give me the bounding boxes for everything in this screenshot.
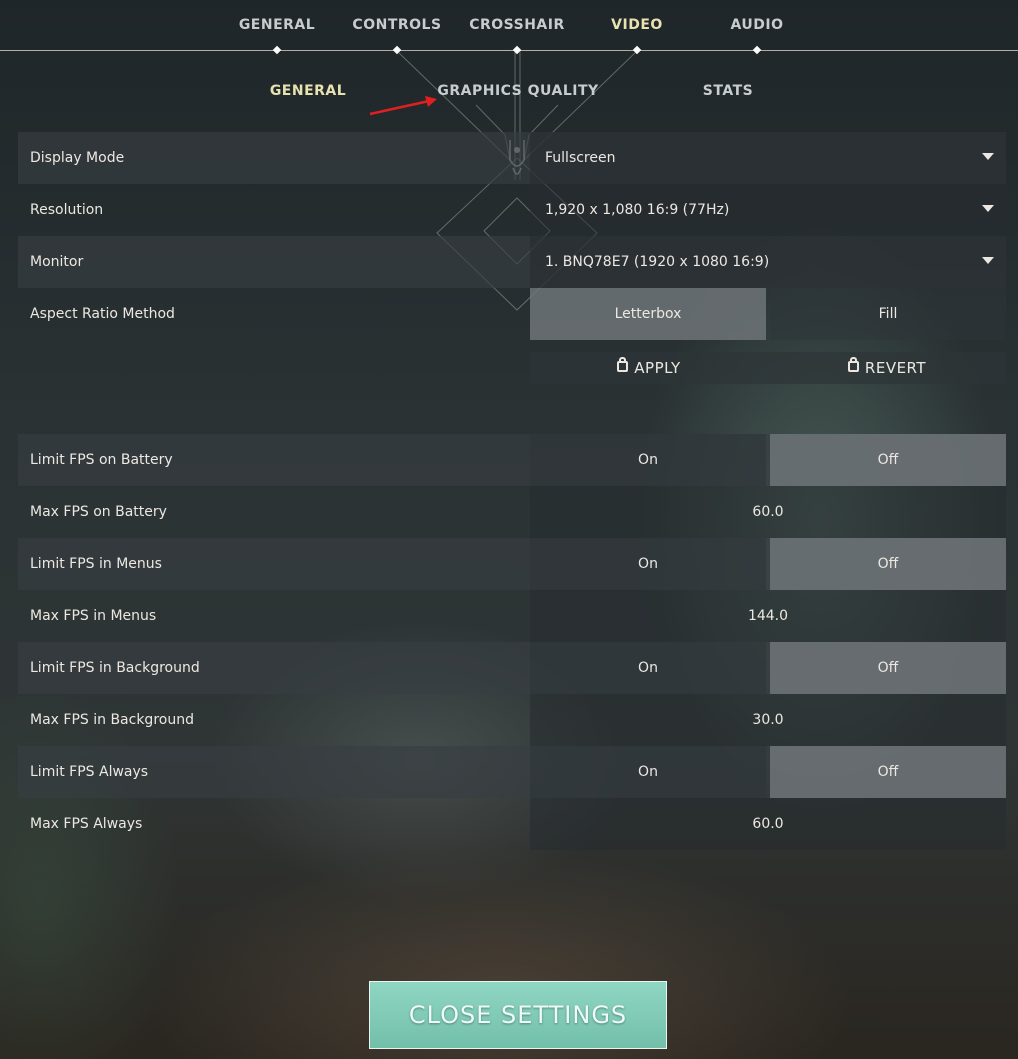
max-fps-background-label: Max FPS in Background — [30, 712, 194, 728]
limit-fps-battery-row: Limit FPS on Battery On Off — [18, 434, 1006, 486]
display-mode-value: Fullscreen — [545, 150, 616, 166]
top-navigation: GENERAL CONTROLS CROSSHAIR VIDEO AUDIO — [0, 0, 1018, 55]
limit-fps-background-on[interactable]: On — [530, 642, 766, 694]
max-fps-menus-field[interactable]: 144.0 — [530, 590, 1006, 642]
limit-fps-always-row: Limit FPS Always On Off — [18, 746, 1006, 798]
limit-fps-always-toggle: On Off — [530, 746, 1006, 798]
limit-fps-menus-on[interactable]: On — [530, 538, 766, 590]
tab-marker-icon — [632, 45, 642, 55]
tab-marker-icon — [512, 45, 522, 55]
apply-label: APPLY — [634, 359, 681, 377]
monitor-dropdown[interactable]: 1. BNQ78E7 (1920 x 1080 16:9) — [530, 236, 1006, 288]
display-mode-dropdown[interactable]: Fullscreen — [530, 132, 1006, 184]
revert-label: REVERT — [864, 359, 927, 377]
lock-icon — [847, 357, 859, 372]
tab-marker-icon — [392, 45, 402, 55]
resolution-dropdown[interactable]: 1,920 x 1,080 16:9 (77Hz) — [530, 184, 1006, 236]
tab-general[interactable]: GENERAL — [239, 17, 315, 33]
aspect-ratio-label: Aspect Ratio Method — [30, 306, 175, 322]
display-mode-label: Display Mode — [30, 150, 125, 166]
tab-controls[interactable]: CONTROLS — [352, 17, 441, 33]
max-fps-menus-value: 144.0 — [747, 608, 789, 624]
tab-marker-icon — [752, 45, 762, 55]
tab-crosshair[interactable]: CROSSHAIR — [469, 17, 565, 33]
limit-fps-always-off[interactable]: Off — [770, 746, 1006, 798]
limit-fps-always-label: Limit FPS Always — [30, 764, 149, 780]
limit-fps-menus-toggle: On Off — [530, 538, 1006, 590]
max-fps-background-field[interactable]: 30.0 — [530, 694, 1006, 746]
limit-fps-background-off[interactable]: Off — [770, 642, 1006, 694]
close-settings-button[interactable]: CLOSE SETTINGS — [369, 981, 667, 1049]
annotation-arrow-icon — [369, 96, 437, 116]
subtab-graphics-quality[interactable]: GRAPHICS QUALITY — [437, 83, 598, 99]
chevron-down-icon — [982, 257, 994, 264]
monitor-label: Monitor — [30, 254, 84, 270]
limit-fps-menus-off[interactable]: Off — [770, 538, 1006, 590]
max-fps-background-row: Max FPS in Background 30.0 — [18, 694, 1006, 746]
top-nav-divider — [0, 50, 1018, 51]
max-fps-always-field[interactable]: 60.0 — [530, 798, 1006, 850]
limit-fps-battery-on[interactable]: On — [530, 434, 766, 486]
limit-fps-battery-off[interactable]: Off — [770, 434, 1006, 486]
max-fps-battery-row: Max FPS on Battery 60.0 — [18, 486, 1006, 538]
tab-audio[interactable]: AUDIO — [730, 17, 783, 33]
monitor-row: Monitor 1. BNQ78E7 (1920 x 1080 16:9) — [18, 236, 1006, 288]
max-fps-always-label: Max FPS Always — [30, 816, 143, 832]
apply-button[interactable]: APPLY — [530, 352, 768, 384]
limit-fps-menus-label: Limit FPS in Menus — [30, 556, 162, 572]
max-fps-menus-row: Max FPS in Menus 144.0 — [18, 590, 1006, 642]
aspect-ratio-row: Aspect Ratio Method Letterbox Fill — [18, 288, 1006, 340]
subtab-general[interactable]: GENERAL — [270, 83, 346, 99]
lock-icon — [617, 357, 629, 372]
limit-fps-battery-toggle: On Off — [530, 434, 1006, 486]
letterbox-option[interactable]: Letterbox — [530, 288, 766, 340]
tab-marker-icon — [272, 45, 282, 55]
subtab-stats[interactable]: STATS — [703, 83, 753, 99]
max-fps-menus-label: Max FPS in Menus — [30, 608, 157, 624]
limit-fps-always-on[interactable]: On — [530, 746, 766, 798]
fill-option[interactable]: Fill — [770, 288, 1006, 340]
resolution-label: Resolution — [30, 202, 104, 218]
max-fps-background-value: 30.0 — [752, 712, 784, 728]
limit-fps-background-label: Limit FPS in Background — [30, 660, 200, 676]
limit-fps-menus-row: Limit FPS in Menus On Off — [18, 538, 1006, 590]
limit-fps-background-toggle: On Off — [530, 642, 1006, 694]
resolution-row: Resolution 1,920 x 1,080 16:9 (77Hz) — [18, 184, 1006, 236]
revert-button[interactable]: REVERT — [768, 352, 1006, 384]
max-fps-battery-field[interactable]: 60.0 — [530, 486, 1006, 538]
limit-fps-battery-label: Limit FPS on Battery — [30, 452, 173, 468]
limit-fps-background-row: Limit FPS in Background On Off — [18, 642, 1006, 694]
display-mode-row: Display Mode Fullscreen — [18, 132, 1006, 184]
apply-revert-bar: APPLY REVERT — [530, 352, 1006, 384]
chevron-down-icon — [982, 205, 994, 212]
max-fps-battery-value: 60.0 — [752, 504, 784, 520]
tab-video[interactable]: VIDEO — [611, 17, 663, 33]
max-fps-battery-label: Max FPS on Battery — [30, 504, 167, 520]
max-fps-always-value: 60.0 — [752, 816, 784, 832]
chevron-down-icon — [982, 153, 994, 160]
resolution-value: 1,920 x 1,080 16:9 (77Hz) — [545, 202, 730, 218]
max-fps-always-row: Max FPS Always 60.0 — [18, 798, 1006, 850]
aspect-ratio-toggle: Letterbox Fill — [530, 288, 1006, 340]
monitor-value: 1. BNQ78E7 (1920 x 1080 16:9) — [545, 254, 770, 270]
